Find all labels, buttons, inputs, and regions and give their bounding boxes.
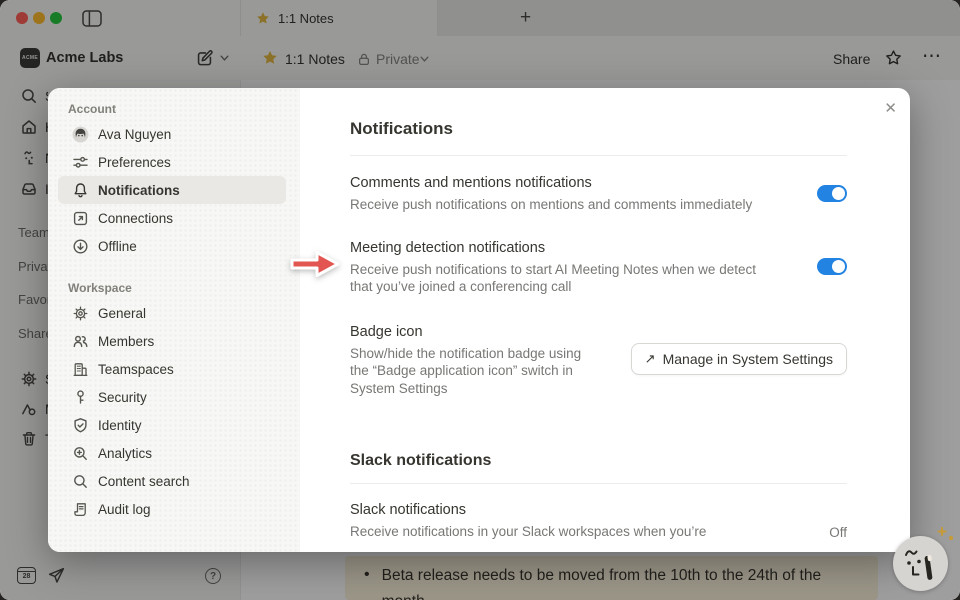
settings-item-members[interactable]: Members (58, 327, 286, 355)
setting-desc: Receive notifications in your Slack work… (350, 523, 780, 541)
slack-value: Off (829, 525, 847, 541)
key-icon (72, 389, 89, 406)
slack-section-heading: Slack notifications (350, 449, 847, 473)
bell-icon (72, 182, 89, 199)
close-icon[interactable]: ✕ (884, 101, 897, 116)
setting-title: Badge icon (350, 322, 631, 342)
setting-row-meeting-detection: Meeting detection notifications Receive … (350, 214, 847, 296)
zoom-in-icon (72, 445, 89, 462)
settings-item-offline[interactable]: Offline (58, 232, 286, 260)
shield-check-icon (72, 417, 89, 434)
search-icon (72, 473, 89, 490)
settings-item-audit-log[interactable]: Audit log (58, 495, 286, 523)
gear-icon (72, 305, 89, 322)
settings-item-content-search[interactable]: Content search (58, 467, 286, 495)
settings-item-identity[interactable]: Identity (58, 411, 286, 439)
manage-system-settings-button[interactable]: ↗ Manage in System Settings (631, 343, 847, 375)
settings-item-security[interactable]: Security (58, 383, 286, 411)
external-link-icon: ↗ (645, 351, 656, 367)
settings-item-account[interactable]: Ava Nguyen (58, 120, 286, 148)
settings-content: ✕ Notifications Comments and mentions no… (300, 88, 910, 552)
comments-toggle[interactable] (817, 185, 847, 202)
settings-item-preferences[interactable]: Preferences (58, 148, 286, 176)
setting-desc: Receive push notifications on mentions a… (350, 196, 780, 214)
setting-title: Slack notifications (350, 500, 829, 520)
settings-modal: Account Ava Nguyen Preferences (48, 88, 910, 552)
setting-row-comments: Comments and mentions notifications Rece… (350, 156, 847, 214)
sliders-icon (72, 154, 89, 171)
settings-item-notifications[interactable]: Notifications (58, 176, 286, 204)
arrow-out-box-icon (72, 210, 89, 227)
settings-item-general[interactable]: General (58, 299, 286, 327)
building-icon (72, 361, 89, 378)
settings-item-teamspaces[interactable]: Teamspaces (58, 355, 286, 383)
settings-item-connections[interactable]: Connections (58, 204, 286, 232)
download-circle-icon (72, 238, 89, 255)
scroll-icon (72, 501, 89, 518)
avatar (72, 126, 89, 143)
app-window: 1:1 Notes + ACME Acme Labs 1:1 Notes Pri… (0, 0, 960, 600)
setting-desc: Show/hide the notification badge using t… (350, 345, 595, 398)
annotation-arrow (289, 246, 341, 282)
members-icon (72, 333, 89, 350)
setting-desc: Receive push notifications to start AI M… (350, 261, 780, 296)
setting-row-slack[interactable]: Slack notifications Receive notification… (350, 484, 847, 541)
account-section-label: Account (68, 102, 300, 116)
settings-sidebar: Account Ava Nguyen Preferences (48, 88, 300, 552)
settings-heading: Notifications (350, 116, 847, 142)
settings-item-analytics[interactable]: Analytics (58, 439, 286, 467)
setting-title: Meeting detection notifications (350, 238, 817, 258)
sparkle-icon (925, 526, 955, 556)
setting-title: Comments and mentions notifications (350, 173, 817, 193)
setting-row-badge-icon: Badge icon Show/hide the notification ba… (350, 296, 847, 398)
workspace-section-label: Workspace (68, 281, 300, 295)
meeting-detection-toggle[interactable] (817, 258, 847, 275)
